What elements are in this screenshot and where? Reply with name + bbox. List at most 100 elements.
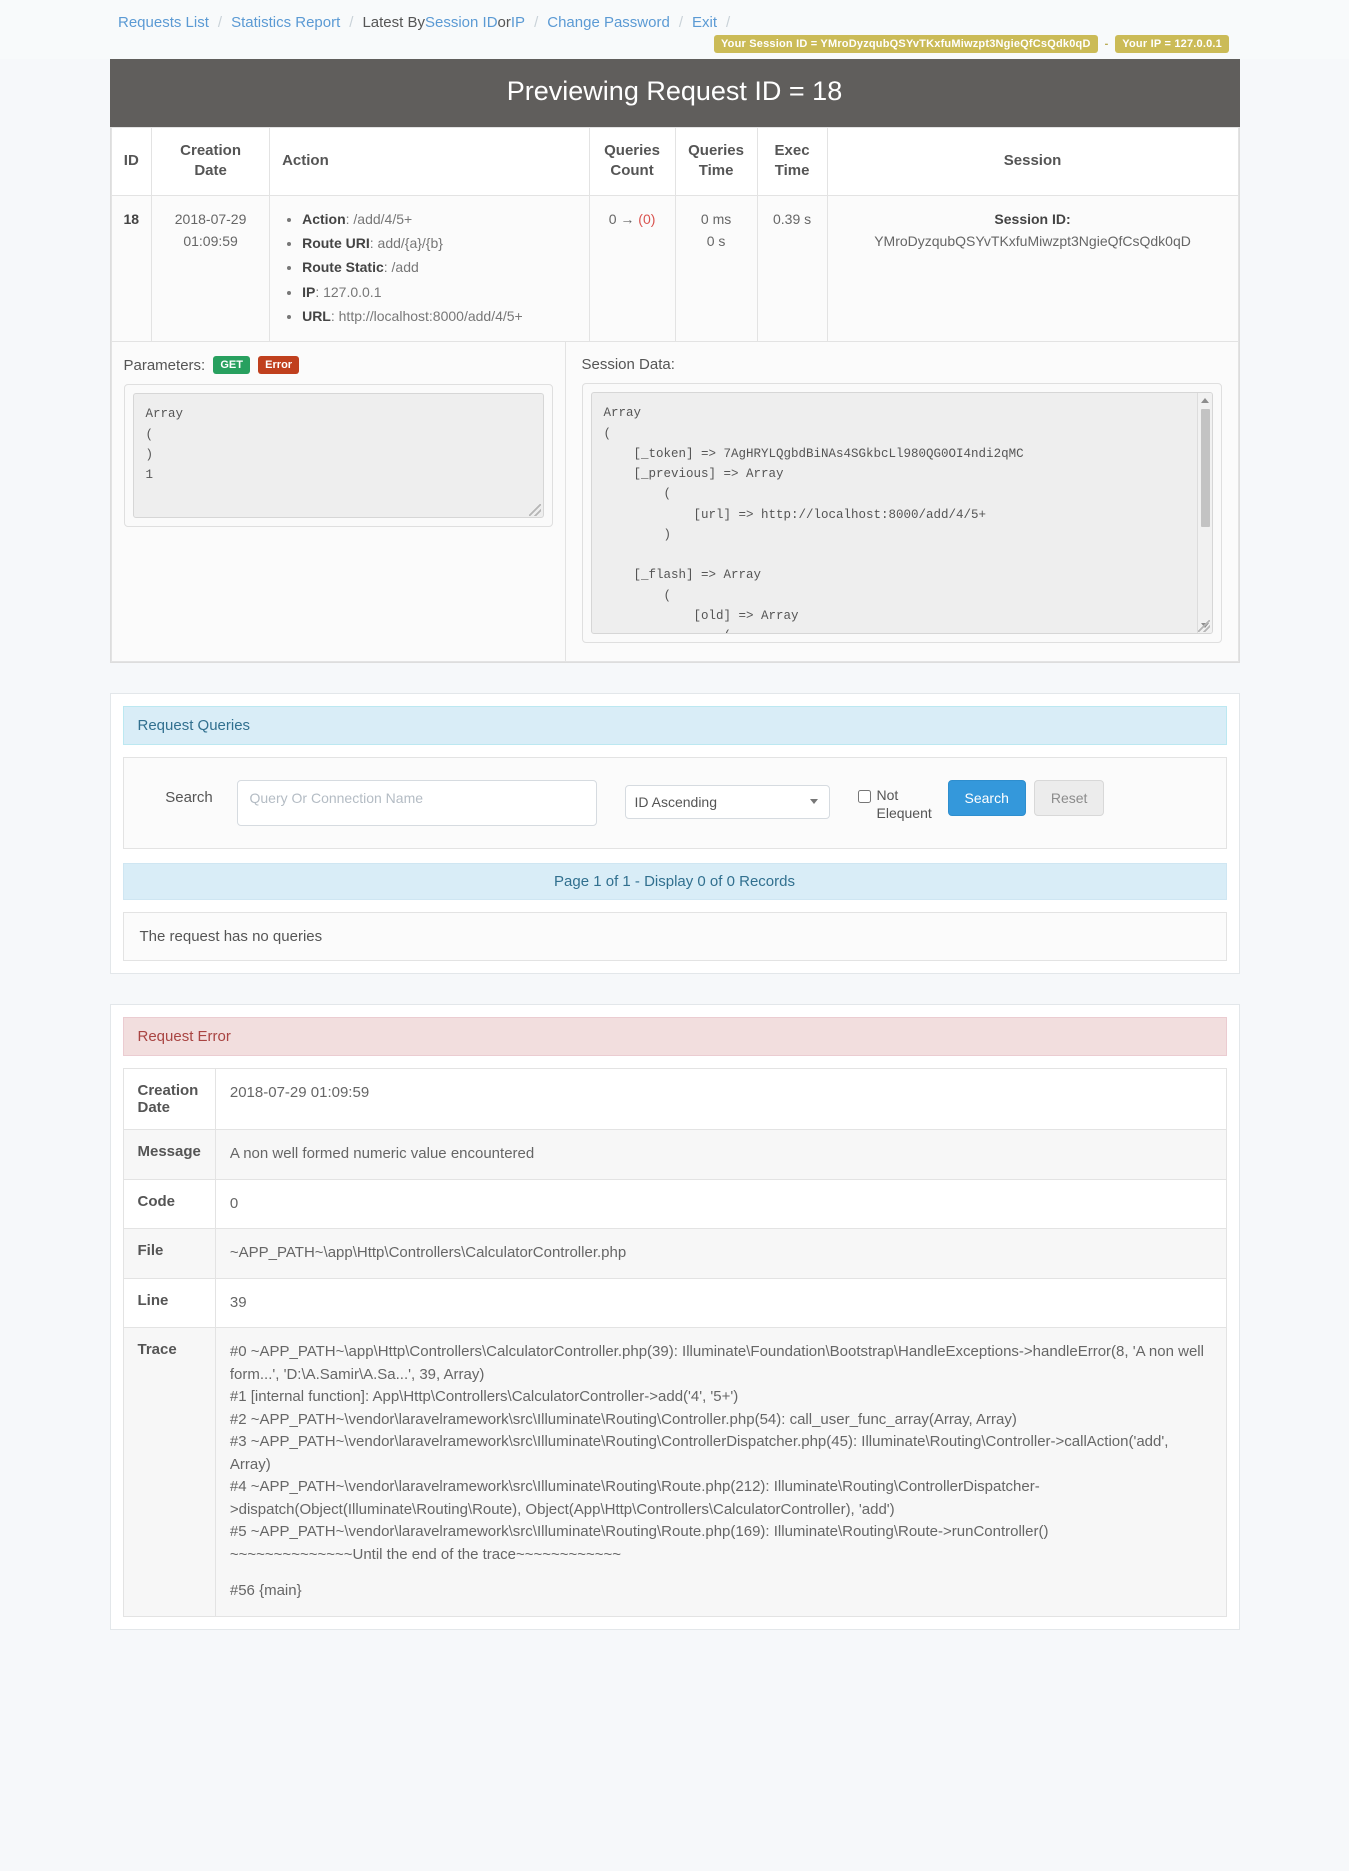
error-value-file: ~APP_PATH~\app\Http\Controllers\Calculat…: [214, 1228, 1227, 1279]
action-item-route-static: Route Static: /add: [302, 256, 576, 278]
col-queries-count: Queries Count: [588, 127, 676, 196]
scroll-up-icon[interactable]: [1200, 398, 1209, 404]
creation-date-day: 2018-07-29: [174, 210, 247, 227]
queries-search-bar: Search ID Ascending Not Elequent Search …: [122, 757, 1227, 850]
action-item-ip: IP: 127.0.0.1: [302, 281, 576, 303]
error-table: Creation Date 2018-07-29 01:09:59 Messag…: [122, 1068, 1227, 1617]
trace-line: #4 ~APP_PATH~\vendor\laravelramework\src…: [229, 1478, 1040, 1518]
parameters-section: Parameters: GET Error Array ( ) 1: [110, 342, 566, 663]
error-label-creation-date: Creation Date: [122, 1068, 216, 1131]
page-title: Previewing Request ID = 18: [109, 59, 1240, 127]
top-navigation: Requests List / Statistics Report / Late…: [0, 0, 1349, 59]
nav-separator: /: [534, 14, 539, 31]
cell-id: 18: [110, 194, 153, 343]
cell-creation-date: 2018-07-29 01:09:59: [151, 194, 271, 343]
session-data-code-text: Array ( [_token] => 7AgHRYLQgbdBiNAs4SGk…: [603, 406, 1024, 633]
table-row: Line 39: [122, 1277, 1227, 1329]
trace-line: #0 ~APP_PATH~\app\Http\Controllers\Calcu…: [229, 1343, 1204, 1383]
col-action: Action: [269, 127, 590, 196]
parameters-code[interactable]: Array ( ) 1: [132, 393, 544, 519]
queries-count-value: (0): [638, 210, 656, 227]
action-item-action: Action: /add/4/5+: [302, 208, 576, 230]
nav-requests-list[interactable]: Requests List: [118, 14, 209, 31]
parameters-title-row: Parameters: GET Error: [123, 356, 553, 375]
error-value-line: 39: [214, 1277, 1227, 1329]
table-row: Code 0: [122, 1178, 1227, 1230]
cell-exec-time: 0.39 s: [756, 194, 828, 343]
nav-latest-by-session-id[interactable]: Session ID: [425, 14, 498, 31]
queries-pagination: Page 1 of 1 - Display 0 of 0 Records: [122, 863, 1227, 901]
cell-queries-time: 0 ms 0 s: [674, 194, 758, 343]
nav-separator: /: [349, 14, 354, 31]
nav-latest-by-text: Latest By: [362, 14, 425, 31]
trace-gap: [230, 1566, 1212, 1580]
nav-separator: /: [217, 14, 223, 31]
scrollbar-vertical[interactable]: [1196, 393, 1212, 634]
search-button[interactable]: Search: [947, 780, 1026, 817]
col-queries-time: Queries Time: [674, 127, 758, 196]
scrollbar-thumb[interactable]: [1200, 409, 1210, 528]
cell-session: Session ID: YMroDyzqubQSYvTKxfuMiwzpt3Ng…: [826, 194, 1239, 343]
parameters-code-wrap: Array ( ) 1: [123, 384, 553, 528]
status-tag-error: Error: [258, 356, 300, 375]
table-row: Creation Date 2018-07-29 01:09:59: [122, 1068, 1227, 1131]
col-creation-date: Creation Date: [151, 127, 271, 196]
nav-change-password[interactable]: Change Password: [547, 14, 670, 31]
col-session: Session: [826, 127, 1239, 196]
parameters-code-text: Array ( ) 1: [145, 407, 184, 483]
resize-handle-icon[interactable]: [1197, 620, 1210, 633]
trace-line-last: #56 {main}: [229, 1582, 302, 1600]
col-id: ID: [110, 127, 153, 196]
session-value: YMroDyzqubQSYvTKxfuMiwzpt3NgieQfCsQdk0qD: [874, 232, 1191, 249]
session-label: Session ID:: [994, 210, 1071, 227]
action-label: Route URI: [302, 234, 370, 251]
session-data-code-wrap: Array ( [_token] => 7AgHRYLQgbdBiNAs4SGk…: [581, 383, 1222, 644]
error-value-creation-date: 2018-07-29 01:09:59: [214, 1068, 1227, 1131]
session-id-badge: Your Session ID = YMroDyzqubQSYvTKxfuMiw…: [713, 35, 1098, 53]
action-label: URL: [302, 308, 331, 325]
sort-select[interactable]: ID Ascending: [624, 785, 830, 820]
page-root: Requests List / Statistics Report / Late…: [0, 0, 1349, 1630]
action-value: 127.0.0.1: [323, 283, 382, 300]
action-label: IP: [302, 283, 316, 300]
not-elequent-checkbox[interactable]: [857, 790, 871, 804]
reset-button[interactable]: Reset: [1033, 780, 1105, 817]
nav-separator: /: [678, 14, 683, 31]
request-error-title: Request Error: [122, 1017, 1227, 1057]
nav-separator: /: [726, 14, 731, 31]
error-label-message: Message: [122, 1129, 216, 1180]
queries-time-ms: 0 ms: [700, 210, 732, 227]
parameters-title: Parameters:: [123, 357, 206, 375]
session-data-code[interactable]: Array ( [_token] => 7AgHRYLQgbdBiNAs4SGk…: [590, 392, 1213, 635]
session-data-title: Session Data:: [581, 356, 675, 374]
trace-line: #3 ~APP_PATH~\vendor\laravelramework\src…: [229, 1433, 1169, 1473]
action-value: /add: [391, 259, 419, 276]
table-row: Message A non well formed numeric value …: [122, 1129, 1227, 1180]
nav-latest-by-ip[interactable]: IP: [511, 14, 525, 31]
trace-line: ~~~~~~~~~~~~~~Until the end of the trace…: [229, 1545, 622, 1563]
trace-line: #5 ~APP_PATH~\vendor\laravelramework\src…: [229, 1523, 1049, 1541]
table-row: File ~APP_PATH~\app\Http\Controllers\Cal…: [122, 1228, 1227, 1279]
request-detail-panel: ID Creation Date Action Queries Count Qu…: [109, 127, 1240, 664]
nav-exit[interactable]: Exit: [692, 14, 717, 31]
request-queries-title: Request Queries: [122, 706, 1227, 746]
resize-handle-icon[interactable]: [528, 504, 541, 517]
error-label-file: File: [122, 1228, 216, 1279]
not-elequent-label: Not Elequent: [876, 787, 932, 821]
nav-or-text: or: [497, 14, 511, 31]
not-elequent-checkbox-wrap[interactable]: Not Elequent: [857, 787, 942, 822]
trace-line: #2 ~APP_PATH~\vendor\laravelramework\src…: [229, 1410, 1017, 1428]
table-header-row: ID Creation Date Action Queries Count Qu…: [110, 127, 1239, 196]
request-table: ID Creation Date Action Queries Count Qu…: [110, 127, 1239, 343]
action-label: Action: [302, 210, 346, 227]
table-row: Trace #0 ~APP_PATH~\app\Http\Controllers…: [122, 1327, 1227, 1617]
request-queries-panel: Request Queries Search ID Ascending Not …: [109, 693, 1240, 975]
queries-time-s: 0 s: [706, 232, 726, 249]
trace-line: #1 [internal function]: App\Http\Control…: [229, 1388, 739, 1406]
queries-count-prefix: 0 →: [608, 210, 639, 227]
ip-badge: Your IP = 127.0.0.1: [1115, 35, 1229, 53]
action-value: http://localhost:8000/add/4/5+: [338, 308, 523, 325]
search-input[interactable]: [236, 780, 597, 827]
table-row: 18 2018-07-29 01:09:59 Action: /add/4/5+…: [110, 194, 1239, 343]
nav-statistics-report[interactable]: Statistics Report: [231, 14, 340, 31]
